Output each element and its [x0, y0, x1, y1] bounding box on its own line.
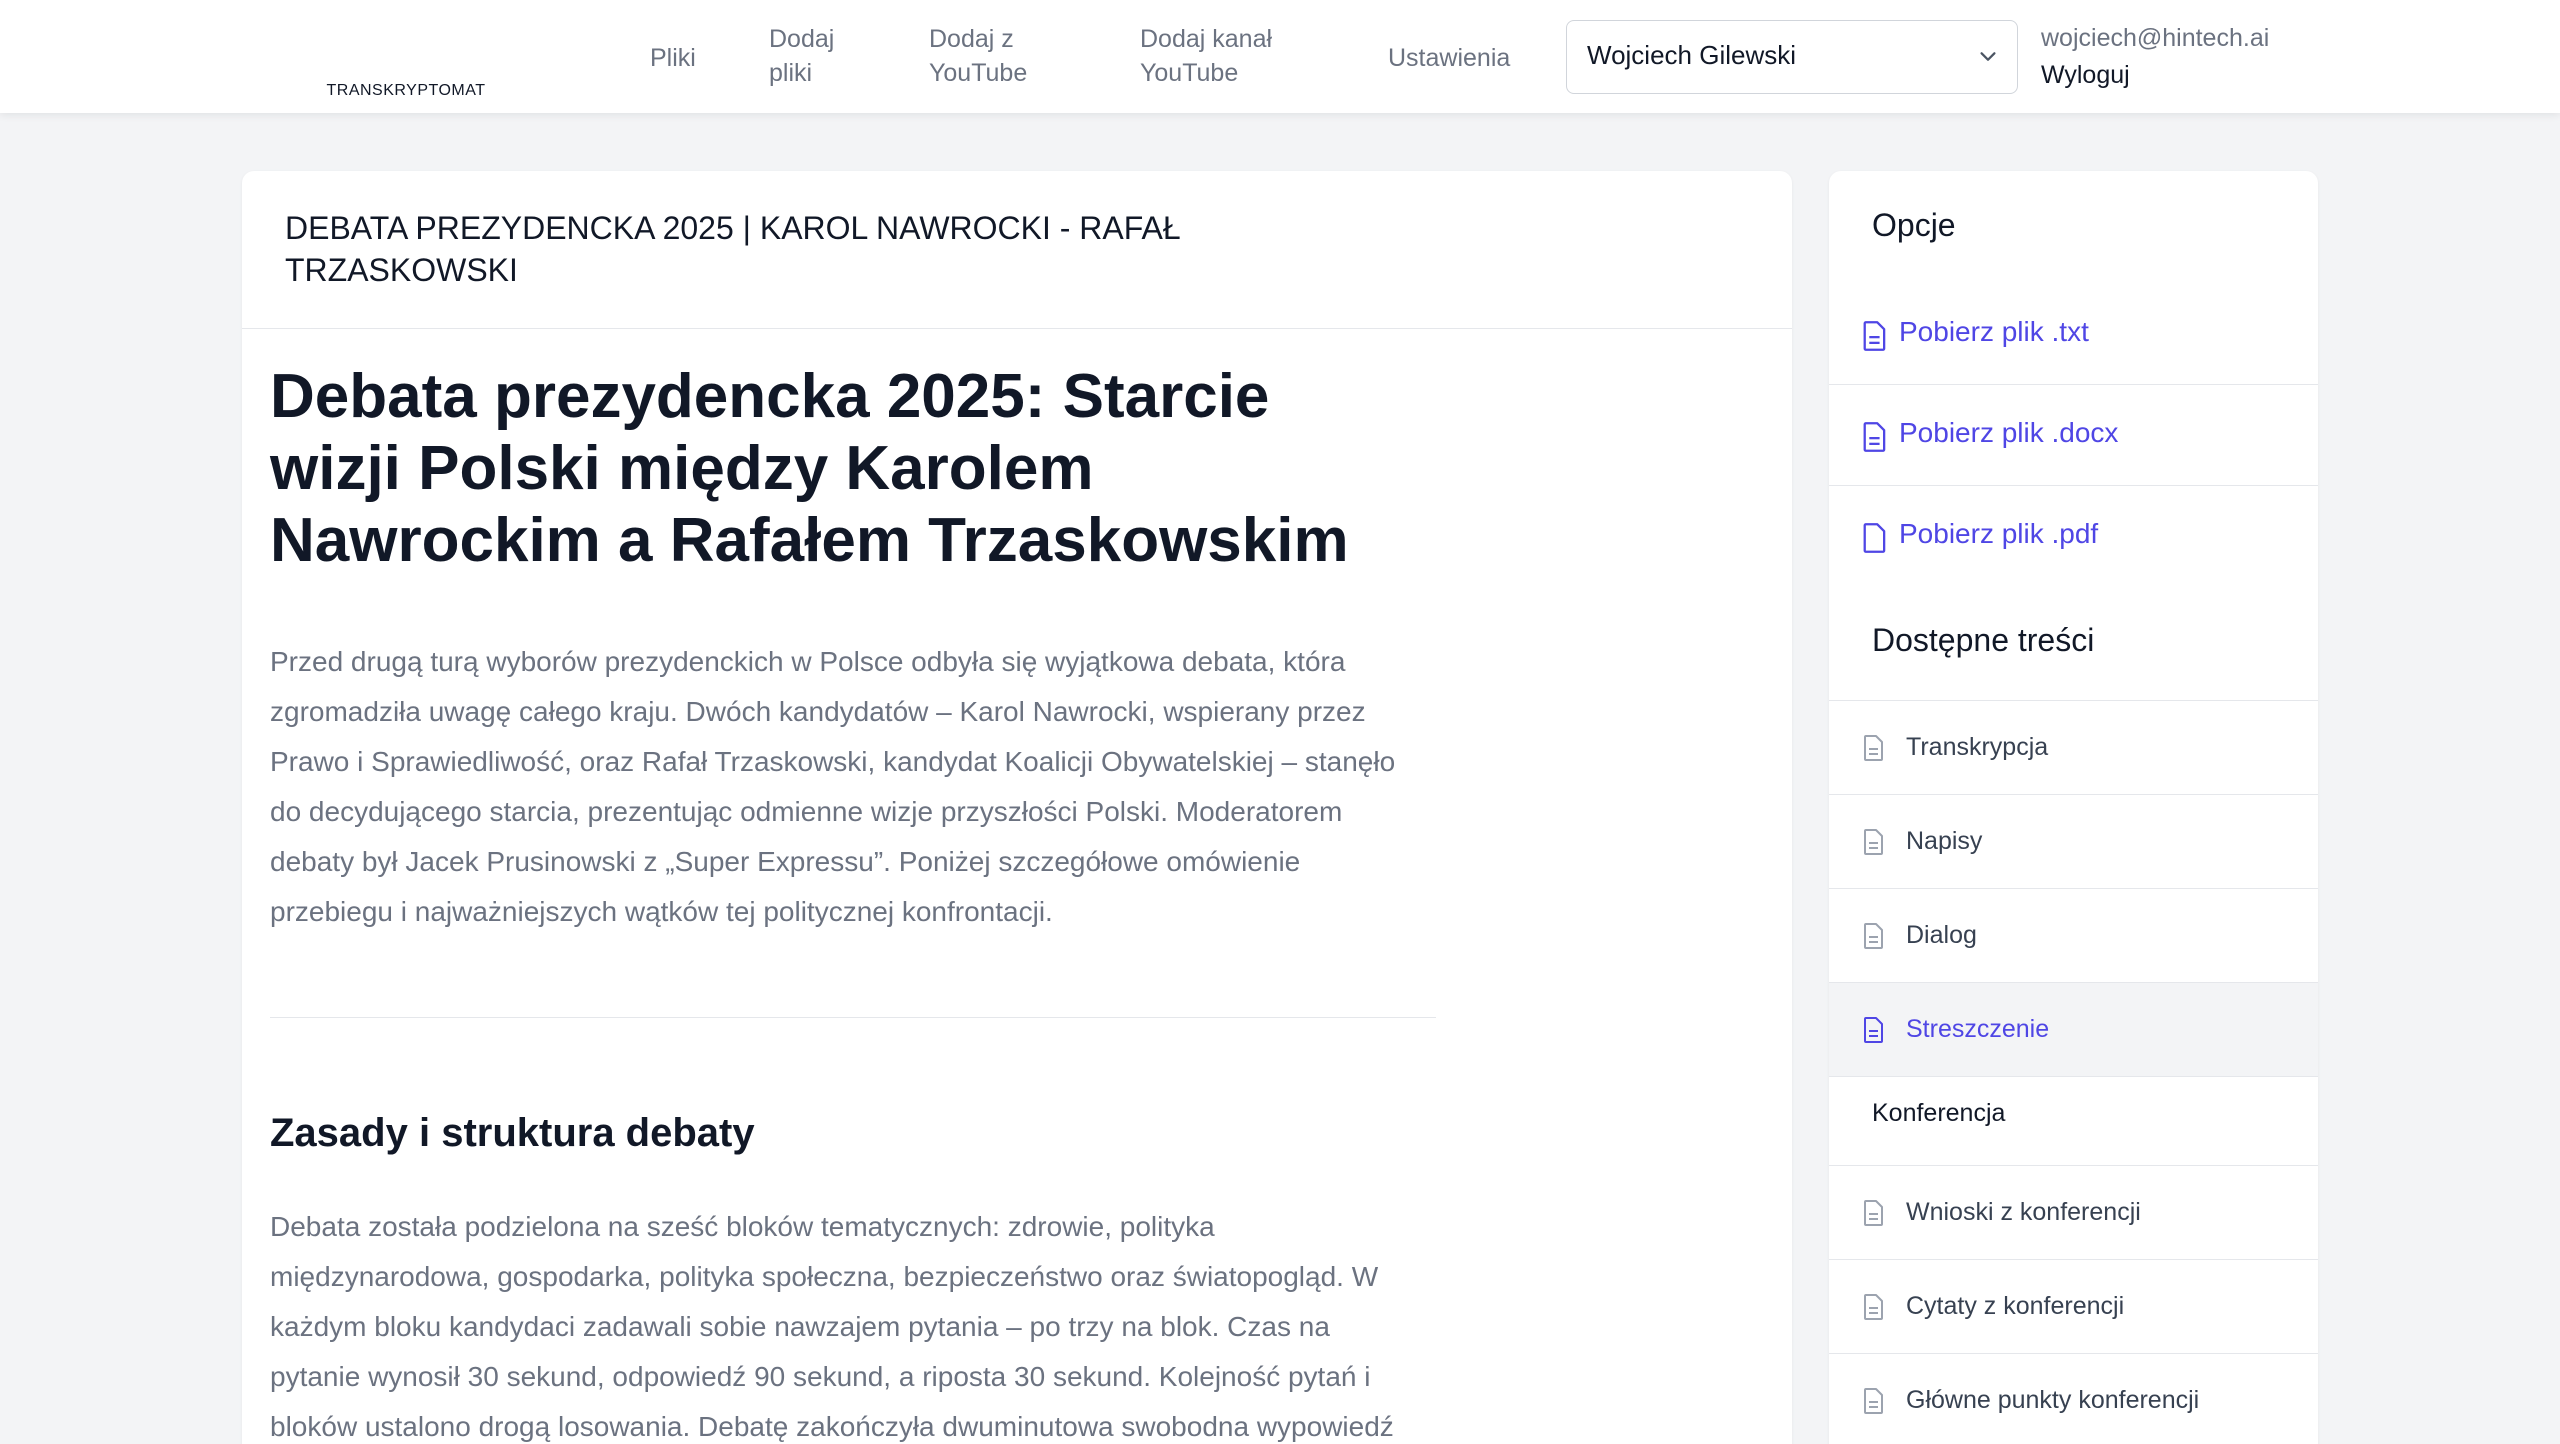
- file-title-header: DEBATA PREZYDENCKA 2025 | KAROL NAWROCKI…: [242, 171, 1792, 329]
- top-navbar: TRANSKRYPTOMAT Pliki Dodaj pliki Dodaj z…: [0, 0, 2560, 113]
- content-item-transkrypcja[interactable]: Transkrypcja: [1829, 700, 2318, 794]
- brand-name: TRANSKRYPTOMAT: [326, 82, 486, 99]
- content-item-napisy[interactable]: Napisy: [1829, 794, 2318, 888]
- content-item-label: Cytaty z konferencji: [1906, 1292, 2125, 1320]
- conference-section: Konferencja: [1829, 1076, 2318, 1148]
- blank-document-icon: [1863, 523, 1886, 553]
- nav-dodaj-kanal[interactable]: Dodaj kanał YouTube: [1140, 22, 1272, 90]
- content-item-label: Główne punkty konferencji: [1906, 1386, 2200, 1414]
- user-select-value: Wojciech Gilewski: [1587, 40, 1797, 70]
- document-icon: [1863, 321, 1886, 351]
- download-docx-link[interactable]: Pobierz plik .docx: [1829, 385, 2318, 486]
- article-title-line1: Debata prezydencka 2025: Starcie: [270, 362, 1270, 431]
- nav-ustawienia-label: Ustawienia: [1388, 44, 1511, 72]
- document-icon: [1864, 923, 1883, 949]
- para-line: międzynarodowa, gospodarka, polityka spo…: [270, 1261, 1379, 1292]
- para-line: każdym bloku kandydaci zadawali sobie na…: [270, 1311, 1330, 1342]
- content-item-streszczenie[interactable]: Streszczenie: [1829, 982, 2318, 1076]
- download-pdf-link[interactable]: Pobierz plik .pdf: [1829, 486, 2318, 587]
- content-item-label: Streszczenie: [1906, 1015, 2050, 1043]
- summary-article: Debata prezydencka 2025: Starcie wizji P…: [270, 361, 1436, 1444]
- conference-item-wnioski[interactable]: Wnioski z konferencji: [1829, 1165, 2318, 1259]
- document-icon: [1864, 829, 1883, 855]
- file-title-line2: TRZASKOWSKI: [285, 252, 518, 288]
- article-title: Debata prezydencka 2025: Starcie wizji P…: [270, 361, 1436, 577]
- section-paragraph: Debata została podzielona na sześć blokó…: [270, 1202, 1436, 1444]
- lead-line: Prawo i Sprawiedliwość, oraz Rafał Trzas…: [270, 746, 1396, 777]
- content-item-label: Dialog: [1906, 921, 1977, 949]
- content-item-label: Transkrypcja: [1906, 733, 2049, 761]
- document-icon: [1863, 422, 1886, 452]
- para-line: pytanie wynosił 30 sekund, odpowiedź 90 …: [270, 1361, 1371, 1392]
- nav-dodaj-youtube[interactable]: Dodaj z YouTube: [929, 22, 1027, 90]
- content-item-label: Napisy: [1906, 827, 1983, 855]
- file-title: DEBATA PREZYDENCKA 2025 | KAROL NAWROCKI…: [285, 207, 1285, 291]
- transcript-card: DEBATA PREZYDENCKA 2025 | KAROL NAWROCKI…: [242, 171, 1792, 1444]
- conference-heading: Konferencja: [1872, 1099, 2006, 1127]
- user-select[interactable]: Wojciech Gilewski: [1566, 20, 2018, 94]
- content-item-dialog[interactable]: Dialog: [1829, 888, 2318, 982]
- options-sidebar: Opcje Pobierz plik .txt Pobierz plik .do…: [1829, 171, 2318, 1444]
- document-icon: [1864, 1017, 1883, 1043]
- document-icon: [1864, 1294, 1883, 1320]
- document-icon: [1864, 1388, 1883, 1414]
- para-line: bloków ustalono drogą losowania. Debatę …: [270, 1411, 1394, 1442]
- download-txt-link[interactable]: Pobierz plik .txt: [1829, 284, 2318, 385]
- lead-line: Przed drugą turą wyborów prezydenckich w…: [270, 646, 1346, 677]
- article-title-line3: Nawrockim a Rafałem Trzaskowskim: [270, 506, 1349, 575]
- conference-item-punkty[interactable]: Główne punkty konferencji: [1829, 1353, 2318, 1444]
- nav-dodaj-pliki-line1: Dodaj: [769, 25, 835, 53]
- document-icon: [1864, 735, 1883, 761]
- lead-line: do decydującego starcia, prezentując odm…: [270, 796, 1343, 827]
- article-lead: Przed drugą turą wyborów prezydenckich w…: [270, 637, 1436, 937]
- available-content-heading: Dostępne treści: [1872, 622, 2095, 658]
- nav-dodaj-youtube-line2: YouTube: [929, 59, 1028, 87]
- chevron-down-icon: [1980, 52, 1996, 61]
- nav-dodaj-pliki-line2: pliki: [769, 59, 813, 87]
- conference-item-cytaty[interactable]: Cytaty z konferencji: [1829, 1259, 2318, 1353]
- section-heading: Zasady i struktura debaty: [270, 1111, 755, 1155]
- lead-line: przebiegu i najważniejszych wątków tej p…: [270, 896, 1053, 927]
- lead-line: debaty był Jacek Prusinowski z „Super Ex…: [270, 846, 1301, 877]
- content-item-label: Wnioski z konferencji: [1906, 1198, 2141, 1226]
- nav-pliki[interactable]: Pliki: [650, 41, 696, 75]
- nav-ustawienia[interactable]: Ustawienia: [1388, 41, 1510, 75]
- nav-dodaj-youtube-line1: Dodaj z: [929, 25, 1014, 53]
- download-txt-label: Pobierz plik .txt: [1899, 316, 2089, 347]
- nav-dodaj-kanal-line2: YouTube: [1140, 59, 1239, 87]
- brand-logo[interactable]: TRANSKRYPTOMAT: [324, 10, 488, 102]
- download-pdf-label: Pobierz plik .pdf: [1899, 518, 2099, 549]
- waveform-icon: [360, 10, 452, 80]
- lead-line: zgromadziła uwagę całego kraju. Dwóch ka…: [270, 696, 1366, 727]
- nav-pliki-label: Pliki: [650, 44, 696, 72]
- document-icon: [1864, 1200, 1883, 1226]
- nav-dodaj-kanal-line1: Dodaj kanał: [1140, 25, 1273, 53]
- download-docx-label: Pobierz plik .docx: [1899, 417, 2119, 448]
- options-heading: Opcje: [1872, 207, 1956, 243]
- logout-link[interactable]: Wyloguj: [2041, 61, 2130, 90]
- article-title-line2: wizji Polski między Karolem: [270, 434, 1094, 503]
- section-divider: [270, 1017, 1436, 1018]
- account-email: wojciech@hintech.ai: [2041, 24, 2270, 52]
- nav-dodaj-pliki[interactable]: Dodaj pliki: [769, 22, 834, 90]
- para-line: Debata została podzielona na sześć blokó…: [270, 1211, 1215, 1242]
- file-title-line1: DEBATA PREZYDENCKA 2025 | KAROL NAWROCKI…: [285, 210, 1181, 246]
